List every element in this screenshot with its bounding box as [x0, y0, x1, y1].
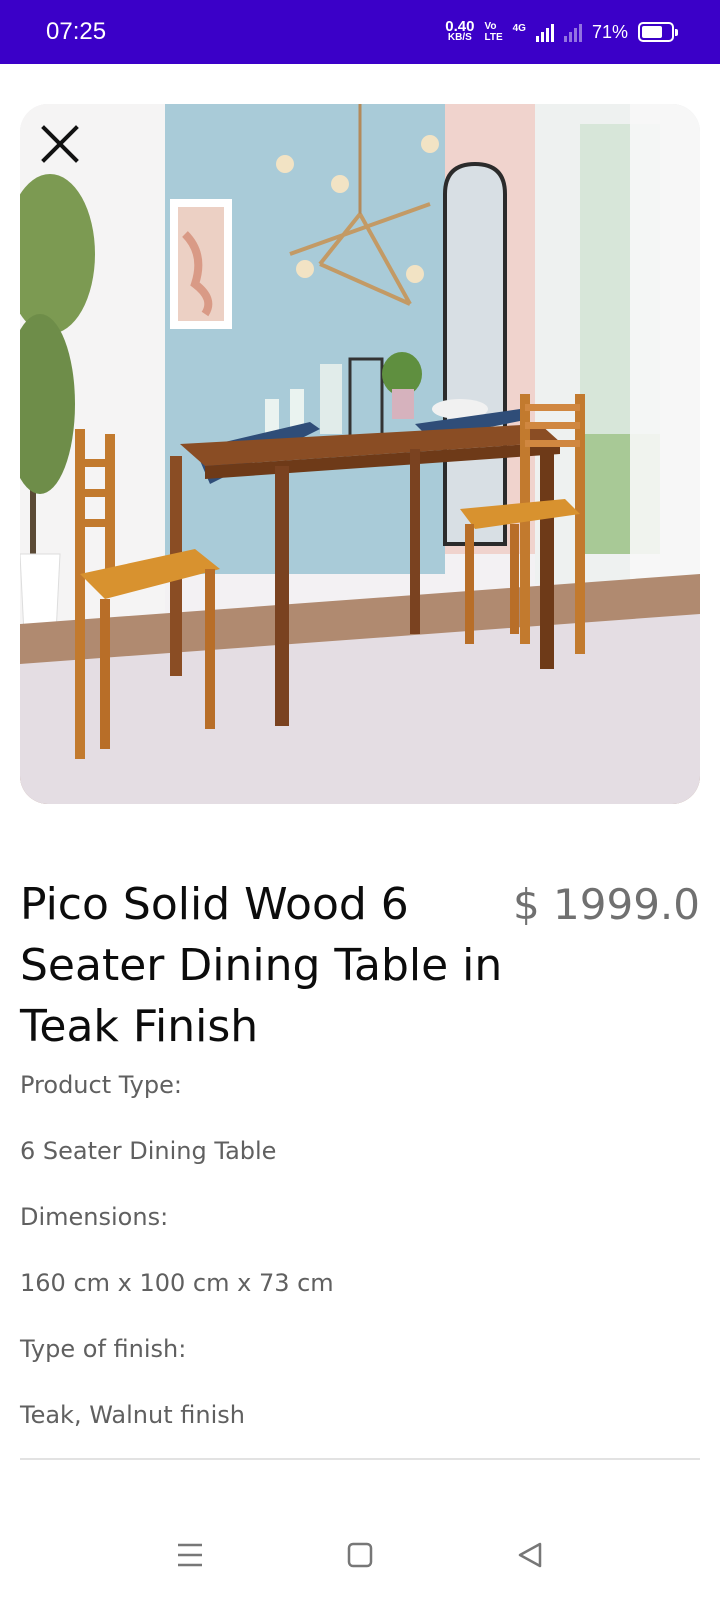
back-button[interactable]: [510, 1535, 550, 1575]
signal-strength-icon: [535, 22, 554, 42]
detail-value-finish: Teak, Walnut finish: [20, 1401, 245, 1429]
product-price: $ 1999.0: [512, 880, 700, 929]
network-speed-value: 0.40: [445, 18, 475, 35]
home-button[interactable]: [340, 1535, 380, 1575]
close-button[interactable]: [36, 120, 84, 168]
network-speed-unit: KB/S: [447, 32, 472, 43]
network-speed: 0.40 KB/S: [445, 18, 475, 43]
volte-top: Vo: [484, 21, 497, 32]
detail-label-dimensions: Dimensions:: [20, 1203, 169, 1231]
close-icon: [41, 125, 79, 163]
status-indicators: 0.40 KB/S Vo LTE 4G 71%: [445, 18, 678, 43]
volte-bottom: LTE: [484, 32, 503, 43]
network-type-label: 4G: [512, 23, 526, 34]
home-square-icon: [347, 1542, 373, 1568]
detail-label-finish: Type of finish:: [20, 1335, 187, 1363]
recent-apps-button[interactable]: [170, 1535, 210, 1575]
status-time: 07:25: [46, 18, 107, 45]
detail-value-dimensions: 160 cm x 100 cm x 73 cm: [20, 1269, 334, 1297]
battery-percent: 71%: [591, 21, 628, 42]
battery-fill: [642, 26, 662, 38]
menu-icon: [178, 1543, 202, 1567]
divider: [20, 1458, 700, 1460]
battery-icon: [638, 22, 678, 42]
system-navigation-bar: [0, 1520, 720, 1590]
product-image: [20, 104, 700, 804]
product-details: Product Type: 6 Seater Dining Table Dime…: [20, 1066, 700, 1462]
back-triangle-icon: [518, 1542, 542, 1568]
detail-value-product-type: 6 Seater Dining Table: [20, 1137, 277, 1165]
signal-strength-secondary-icon: [563, 22, 582, 42]
product-title: Pico Solid Wood 6 Seater Dining Table in…: [20, 879, 503, 1052]
dining-room-photo: [20, 104, 700, 804]
status-bar: 07:25 0.40 KB/S Vo LTE 4G 71%: [0, 0, 720, 64]
volte-indicator: Vo LTE: [484, 21, 502, 43]
detail-label-product-type: Product Type:: [20, 1071, 182, 1099]
